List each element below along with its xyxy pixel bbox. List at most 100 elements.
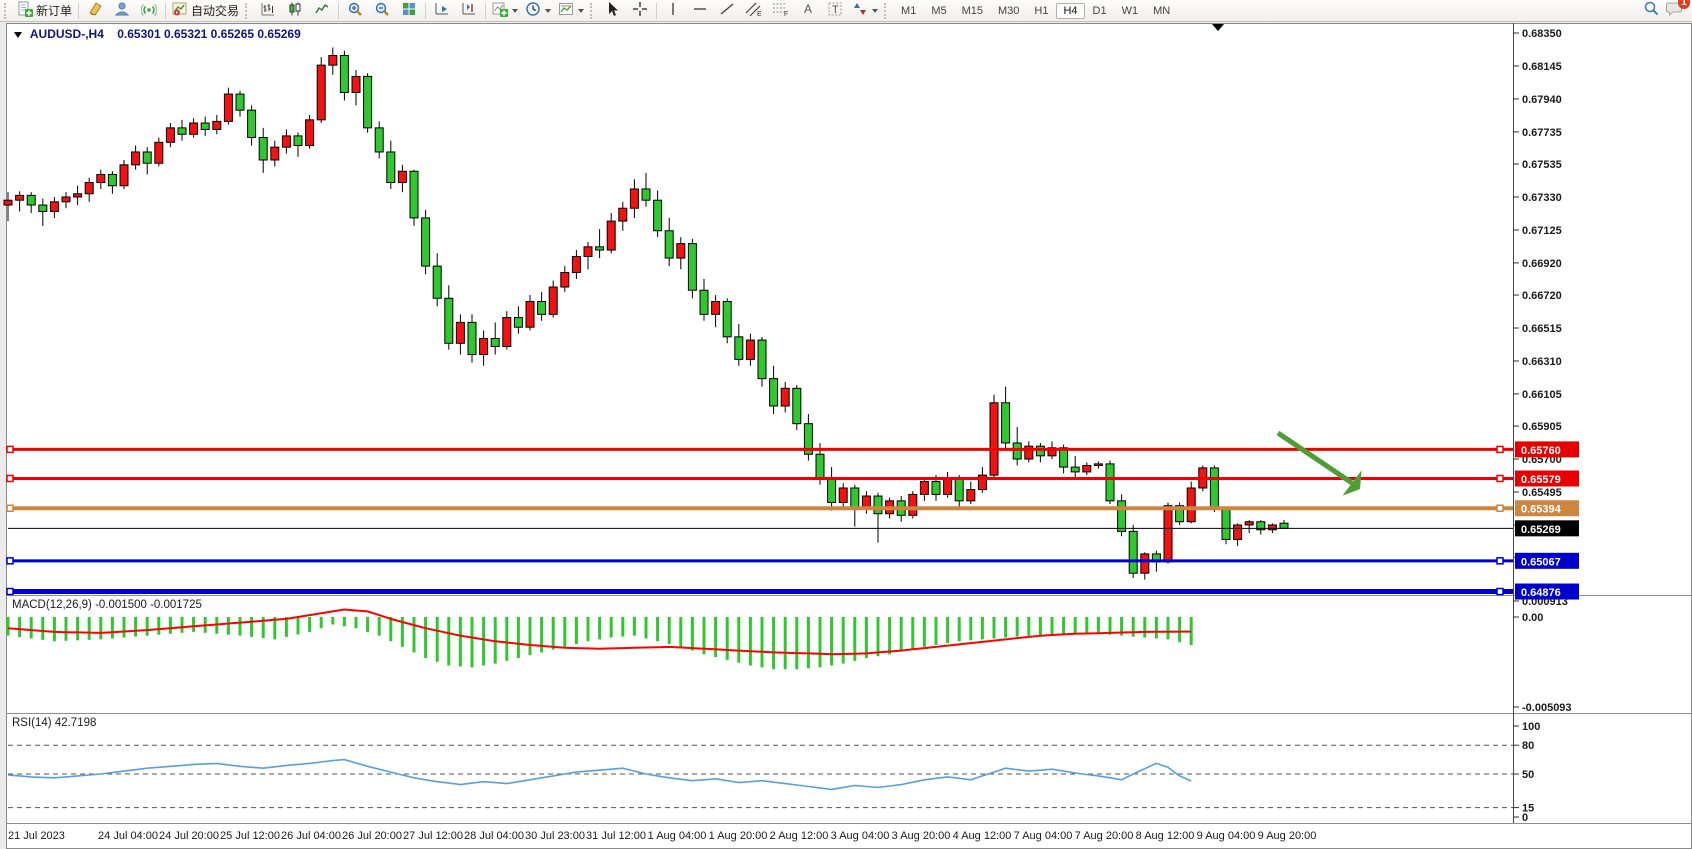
community-button[interactable] [109,2,135,20]
line-handle[interactable] [1497,505,1503,511]
candle[interactable] [120,165,128,186]
candle[interactable] [642,189,650,200]
candle[interactable] [259,138,267,161]
candle[interactable] [828,478,836,502]
candle[interactable] [503,318,511,347]
annotation-arrow[interactable] [1278,433,1362,496]
candle[interactable] [1280,523,1288,528]
chart-shift-marker[interactable] [1212,24,1224,31]
candle[interactable] [1222,509,1230,540]
signals-button[interactable] [136,2,162,20]
candle[interactable] [236,94,244,110]
candle[interactable] [1129,531,1137,573]
candle[interactable] [839,488,847,502]
candle[interactable] [62,197,70,202]
line-handle[interactable] [1497,475,1503,481]
candle[interactable] [224,94,232,121]
rsi-line[interactable] [8,760,1191,790]
candle[interactable] [526,301,534,327]
candle[interactable] [398,171,406,182]
candle[interactable] [538,301,546,314]
candle[interactable] [387,152,395,183]
collapse-triangle-icon[interactable] [14,32,22,38]
equidistant-channel-button[interactable]: E [741,2,767,20]
candle[interactable] [1268,525,1276,530]
candle[interactable] [282,136,290,147]
candle[interactable] [688,244,696,291]
toolbar-grip[interactable] [4,3,11,19]
candle[interactable] [758,340,766,379]
line-handle[interactable] [7,475,13,481]
candle[interactable] [561,273,569,287]
candle[interactable] [213,121,221,129]
candle[interactable] [166,128,174,142]
candle[interactable] [468,322,476,354]
toolbar-grip[interactable] [245,3,252,19]
candle[interactable] [178,128,186,134]
candle[interactable] [85,183,93,194]
candle[interactable] [27,195,35,205]
cursor-button[interactable] [600,2,626,20]
candle[interactable] [967,490,975,501]
candle[interactable] [375,128,383,152]
new-order-button[interactable]: 新订单 [14,2,75,20]
candle[interactable] [1187,488,1195,522]
candle[interactable] [584,247,592,257]
candle[interactable] [677,244,685,258]
candle[interactable] [74,194,82,197]
candle[interactable] [955,478,963,501]
candle[interactable] [201,123,209,129]
candle[interactable] [1083,465,1091,471]
candle[interactable] [340,56,348,93]
candle[interactable] [1013,443,1021,459]
candle[interactable] [862,496,870,507]
line-handle[interactable] [7,589,13,595]
candle[interactable] [781,388,789,406]
timeframe-button-h4[interactable]: H4 [1056,3,1084,19]
text-button[interactable]: A [795,2,821,20]
candle[interactable] [1002,403,1010,443]
candle[interactable] [294,136,302,146]
candle[interactable] [155,142,163,163]
timeframe-button-h1[interactable]: H1 [1027,3,1055,19]
candle[interactable] [549,287,557,314]
candle[interactable] [317,65,325,120]
candle[interactable] [50,202,58,212]
line-handle[interactable] [7,558,13,564]
candle[interactable] [456,322,464,343]
candle[interactable] [1141,554,1149,573]
candle[interactable] [329,56,337,66]
arrows-button[interactable] [849,2,881,20]
styler-button[interactable] [82,2,108,20]
candle[interactable] [1094,464,1102,466]
candle[interactable] [97,174,105,182]
candle[interactable] [1118,501,1126,532]
candle[interactable] [480,338,488,354]
candle[interactable] [306,120,314,146]
candle[interactable] [422,218,430,266]
candle[interactable] [1210,468,1218,509]
timeframe-button-m1[interactable]: M1 [894,3,923,19]
line-handle[interactable] [1497,589,1503,595]
candle[interactable] [619,208,627,221]
candle[interactable] [1036,446,1044,456]
line-chart-button[interactable] [309,2,335,20]
candle[interactable] [108,174,116,185]
candle[interactable] [723,301,731,336]
indicators-button[interactable] [489,2,521,20]
candle[interactable] [712,301,720,314]
templates-button[interactable] [555,2,587,20]
candle[interactable] [190,123,198,134]
zoom-out-button[interactable] [369,2,395,20]
text-label-button[interactable]: T [822,2,848,20]
toolbar-grip[interactable] [590,3,597,19]
candle[interactable] [143,152,151,163]
candle[interactable] [920,482,928,495]
candle[interactable] [654,200,662,231]
candle[interactable] [572,256,580,272]
candle[interactable] [1164,506,1172,562]
line-handle[interactable] [1497,446,1503,452]
candle[interactable] [665,231,673,258]
candle[interactable] [746,340,754,359]
candle[interactable] [944,478,952,494]
